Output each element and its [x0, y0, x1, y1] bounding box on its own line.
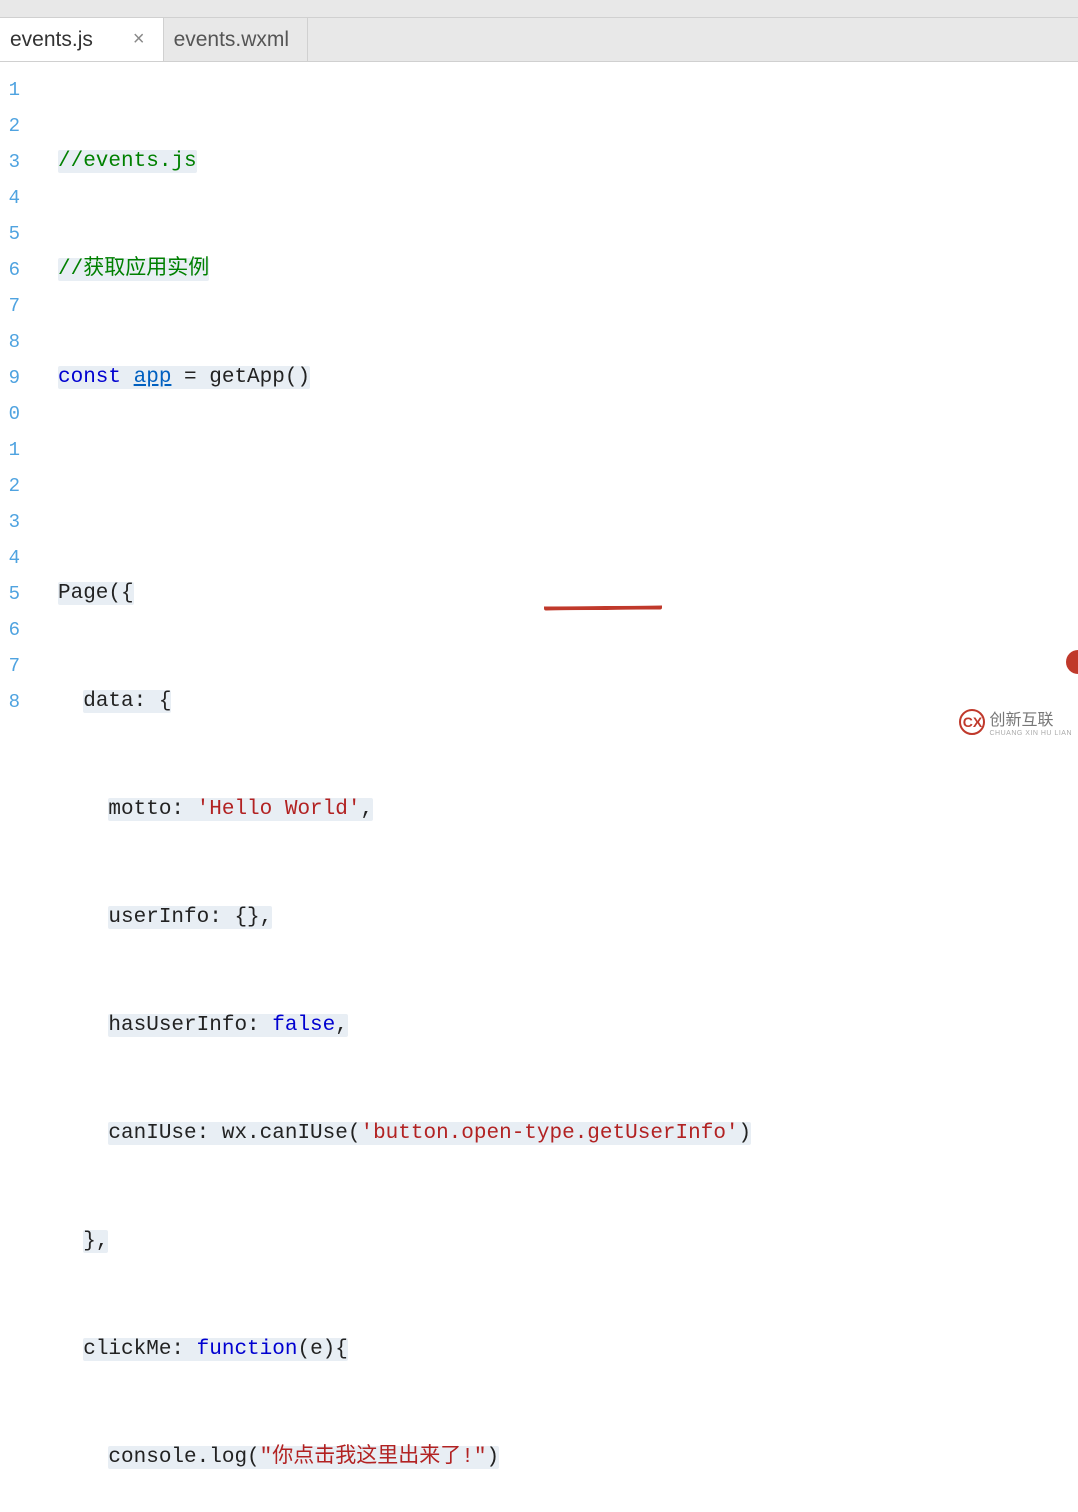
line-number: 8 [0, 324, 24, 360]
line-number: 8 [0, 684, 24, 720]
watermark-sub: CHUANG XIN HU LIAN [989, 730, 1072, 737]
tab-label: events.wxml [174, 28, 290, 52]
line-number: 2 [0, 108, 24, 144]
code-line: //events.js [58, 144, 1078, 180]
window-top-strip [0, 0, 1078, 18]
line-number: 7 [0, 288, 24, 324]
code-line: clickMe: function(e){ [58, 1332, 1078, 1368]
code-line: }, [58, 1224, 1078, 1260]
line-number: 0 [0, 396, 24, 432]
code-line: console.log("你点击我这里出来了!") [58, 1440, 1078, 1476]
line-number: 1 [0, 432, 24, 468]
code-line: canIUse: wx.canIUse('button.open-type.ge… [58, 1116, 1078, 1152]
code-editor[interactable]: 1 2 3 4 5 6 7 8 9 0 1 2 3 4 5 6 7 8 //ev… [0, 62, 1078, 756]
code-line: const app = getApp() [58, 360, 1078, 396]
line-number: 4 [0, 180, 24, 216]
line-number: 3 [0, 144, 24, 180]
line-number: 2 [0, 468, 24, 504]
code-line: userInfo: {}, [58, 900, 1078, 936]
line-number: 7 [0, 648, 24, 684]
line-number: 5 [0, 216, 24, 252]
tab-bar: events.js × events.wxml [0, 18, 1078, 62]
code-line [58, 468, 1078, 504]
line-gutter: 1 2 3 4 5 6 7 8 9 0 1 2 3 4 5 6 7 8 [0, 62, 24, 756]
code-line: //获取应用实例 [58, 252, 1078, 288]
tab-events-wxml[interactable]: events.wxml [164, 18, 309, 61]
line-number: 6 [0, 612, 24, 648]
line-number: 4 [0, 540, 24, 576]
close-icon[interactable]: × [133, 28, 145, 51]
watermark: CX 创新互联 CHUANG XIN HU LIAN [953, 703, 1078, 740]
line-number: 1 [0, 72, 24, 108]
code-line: hasUserInfo: false, [58, 1008, 1078, 1044]
watermark-logo-icon: CX [959, 709, 985, 735]
code-line: data: { [58, 684, 1078, 720]
line-number: 3 [0, 504, 24, 540]
line-number: 9 [0, 360, 24, 396]
tab-events-js[interactable]: events.js × [0, 18, 164, 61]
line-number: 5 [0, 576, 24, 612]
annotation-underline [544, 603, 662, 610]
code-line: motto: 'Hello World', [58, 792, 1078, 828]
code-area[interactable]: //events.js //获取应用实例 const app = getApp(… [24, 62, 1078, 756]
watermark-brand: 创新互联 [989, 706, 1072, 730]
line-number: 6 [0, 252, 24, 288]
tab-label: events.js [10, 28, 93, 52]
